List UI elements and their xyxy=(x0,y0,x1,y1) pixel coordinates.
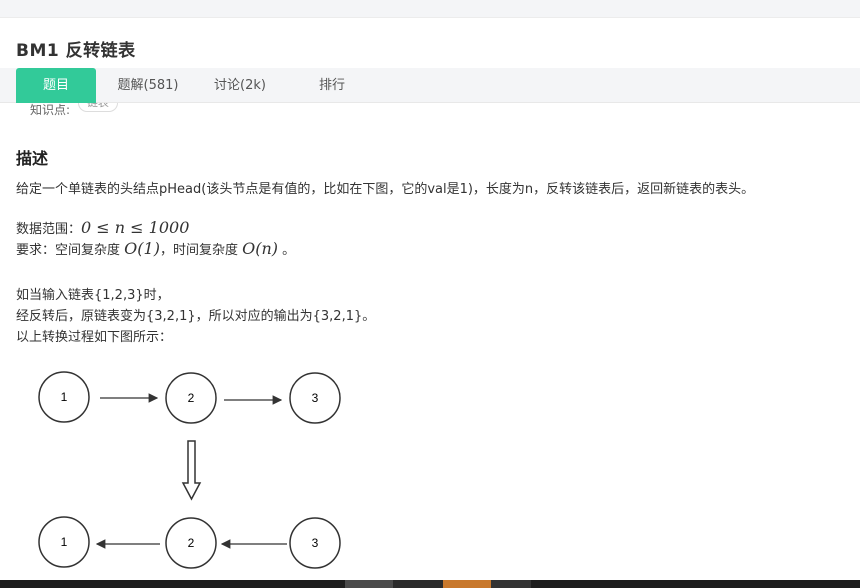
svg-text:3: 3 xyxy=(312,536,319,550)
example-line-2: 经反转后，原链表变为{3,2,1}，所以对应的输出为{3,2,1}。 xyxy=(16,309,376,324)
bottom-node-3: 3 xyxy=(289,517,341,569)
complexity-requirement: 要求：空间复杂度 O(1)，时间复杂度 O(n) 。 xyxy=(16,239,295,258)
knowledge-points: 知识点: 链表 xyxy=(30,103,118,119)
transform-arrow-icon xyxy=(181,440,202,501)
svg-text:3: 3 xyxy=(312,391,319,405)
space-complexity: O(1) xyxy=(124,239,160,258)
example-line-1: 如当输入链表{1,2,3}时， xyxy=(16,288,170,303)
knowledge-label: 知识点: xyxy=(30,103,71,117)
top-node-1: 1 xyxy=(38,371,90,423)
top-strip xyxy=(0,0,860,18)
tab-discussion[interactable]: 讨论(2k) xyxy=(200,68,280,103)
description-text: 给定一个单链表的头结点pHead(该头节点是有值的，比如在下图，它的val是1)… xyxy=(16,182,755,197)
bottom-node-1: 1 xyxy=(38,516,90,568)
knowledge-tag[interactable]: 链表 xyxy=(77,103,118,112)
page-title: BM1 反转链表 xyxy=(16,41,136,61)
svg-text:1: 1 xyxy=(61,390,68,404)
range-label: 数据范围： xyxy=(16,222,82,237)
svg-text:1: 1 xyxy=(61,535,68,549)
tab-problem[interactable]: 题目 xyxy=(16,68,96,103)
tab-bar: 题目 题解(581) 讨论(2k) 排行 xyxy=(0,68,860,103)
data-range: 数据范围：0 ≤ n ≤ 1000 xyxy=(16,218,189,237)
example-line-3: 以上转换过程如下图所示： xyxy=(16,330,173,345)
requirement-end: 。 xyxy=(282,243,296,258)
tab-ranking[interactable]: 排行 xyxy=(292,68,372,103)
linked-list-diagram: 1 2 3 1 2 3 xyxy=(38,371,341,569)
svg-text:2: 2 xyxy=(188,391,195,405)
bottom-node-2: 2 xyxy=(165,517,217,569)
range-formula: 0 ≤ n ≤ 1000 xyxy=(81,218,190,237)
top-node-2: 2 xyxy=(165,372,217,424)
bottom-taskbar xyxy=(0,580,860,588)
requirement-label: 要求：空间复杂度 xyxy=(16,243,121,258)
tab-solutions[interactable]: 题解(581) xyxy=(106,68,190,103)
top-node-3: 3 xyxy=(289,372,341,424)
time-complexity: O(n) xyxy=(242,239,278,258)
svg-text:2: 2 xyxy=(188,536,195,550)
description-heading: 描述 xyxy=(16,149,49,168)
requirement-mid: ，时间复杂度 xyxy=(159,243,238,258)
